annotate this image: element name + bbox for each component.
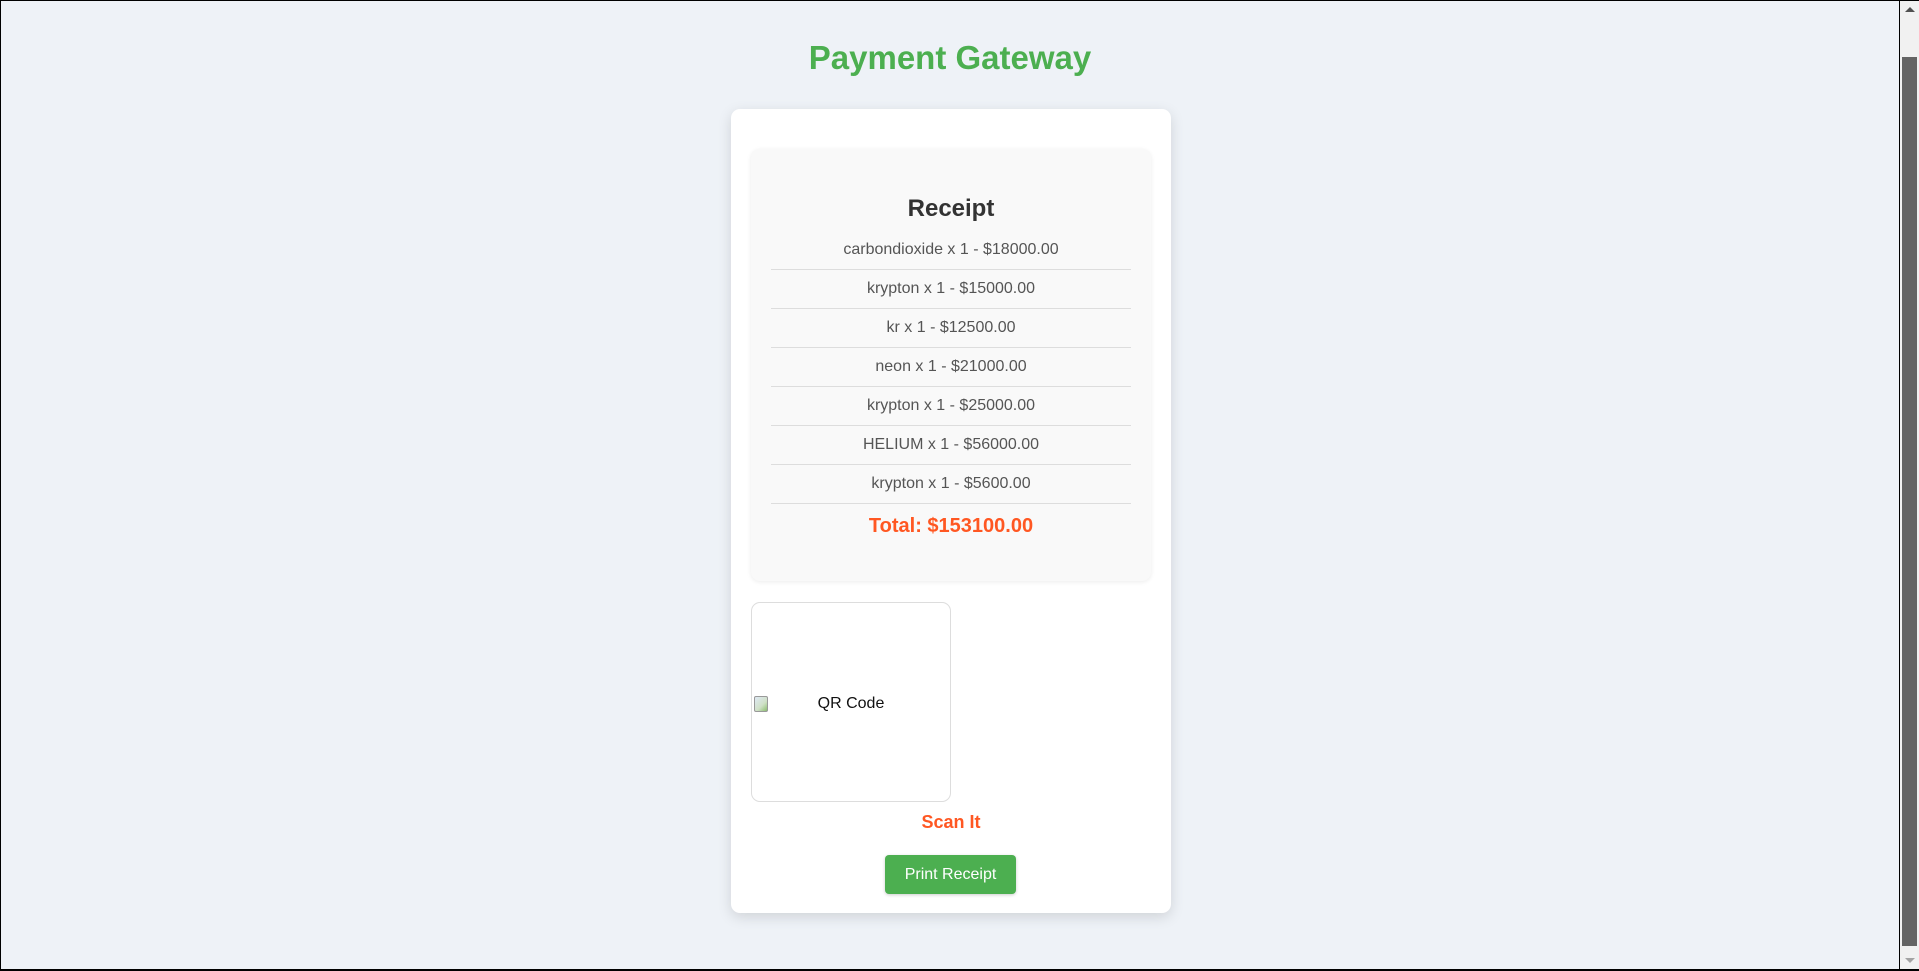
- receipt-item: krypton x 1 - $25000.00: [771, 387, 1131, 426]
- receipt-item: carbondioxide x 1 - $18000.00: [771, 231, 1131, 270]
- receipt-panel: Receipt carbondioxide x 1 - $18000.00 kr…: [751, 149, 1151, 581]
- receipt-item: kr x 1 - $12500.00: [771, 309, 1131, 348]
- receipt-total: Total: $153100.00: [868, 515, 1034, 537]
- scroll-down-button[interactable]: [1900, 952, 1919, 969]
- print-receipt-button[interactable]: Print Receipt: [885, 855, 1016, 894]
- page-viewport: Payment Gateway Receipt carbondioxide x …: [1, 1, 1899, 969]
- payment-card: Receipt carbondioxide x 1 - $18000.00 kr…: [731, 109, 1171, 913]
- scan-it-label: Scan It: [921, 812, 981, 832]
- scroll-down-arrow-icon: [1904, 958, 1915, 963]
- receipt-item: HELIUM x 1 - $56000.00: [771, 426, 1131, 465]
- scroll-up-button[interactable]: [1900, 1, 1919, 18]
- page-title: Payment Gateway: [808, 39, 1092, 76]
- qr-code-image: QR Code: [752, 694, 950, 714]
- scroll-up-arrow-icon: [1904, 7, 1915, 12]
- receipt-item: neon x 1 - $21000.00: [771, 348, 1131, 387]
- vertical-scrollbar[interactable]: [1900, 1, 1919, 969]
- receipt-item: krypton x 1 - $15000.00: [771, 270, 1131, 309]
- scrollbar-thumb[interactable]: [1902, 57, 1917, 946]
- receipt-item-list: carbondioxide x 1 - $18000.00 krypton x …: [771, 231, 1131, 504]
- qr-code-alt-text: QR Code: [817, 695, 885, 712]
- receipt-title: Receipt: [907, 195, 995, 222]
- broken-image-icon: [754, 696, 768, 712]
- qr-code-container: QR Code: [751, 602, 951, 802]
- receipt-item: krypton x 1 - $5600.00: [771, 465, 1131, 504]
